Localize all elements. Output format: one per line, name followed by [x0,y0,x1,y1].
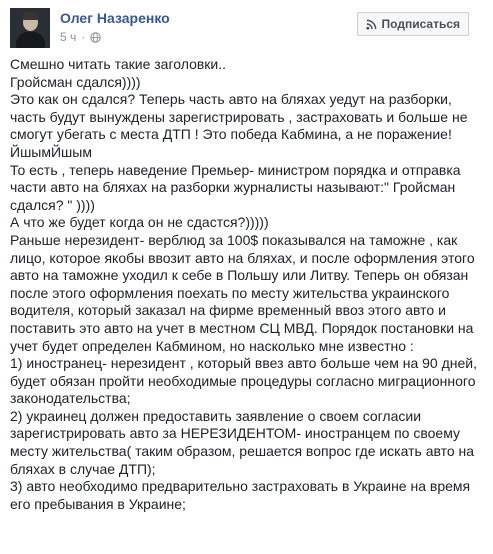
meta-separator: · [81,30,86,44]
rss-icon [365,19,377,30]
subscribe-label: Подписаться [381,17,460,31]
subscribe-button[interactable]: Подписаться [356,12,469,36]
post-header: Олег Назаренко 5 ч · Подписаться [10,6,483,50]
post-text: Смешно читать такие заголовки.. Гройсман… [10,56,477,512]
globe-icon[interactable] [90,31,102,43]
post-meta: 5 ч · [60,30,102,44]
avatar[interactable] [10,8,50,48]
author-name[interactable]: Олег Назаренко [60,10,170,26]
post-time[interactable]: 5 ч [60,30,76,44]
